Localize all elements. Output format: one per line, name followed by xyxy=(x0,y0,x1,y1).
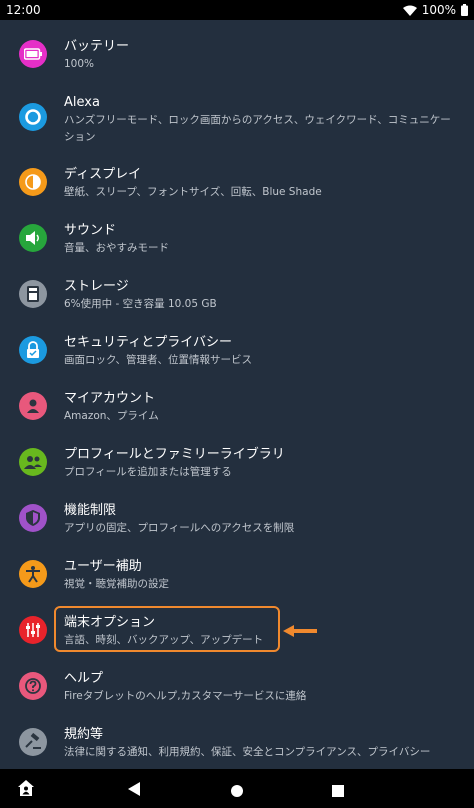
lock-icon xyxy=(19,336,47,364)
nav-bar xyxy=(0,769,474,808)
home-icon[interactable] xyxy=(231,782,243,801)
gavel-icon xyxy=(19,728,47,756)
wifi-icon xyxy=(402,5,417,16)
item-title: プロフィールとファミリーライブラリ xyxy=(64,447,285,462)
item-title: セキュリティとプライバシー xyxy=(64,335,232,350)
home-profile-icon[interactable] xyxy=(17,779,35,801)
item-subtitle: 壁紙、スリープ、フォントサイズ、回転、Blue Shade xyxy=(64,186,322,198)
shield-icon xyxy=(19,504,47,532)
item-subtitle: 6%使用中 - 空き容量 10.05 GB xyxy=(64,298,217,310)
item-title: ディスプレイ xyxy=(64,167,142,182)
item-title: ユーザー補助 xyxy=(64,559,142,574)
settings-item-help[interactable]: ヘルプ Fireタブレットのヘルプ,カスタマーサービスに連絡 xyxy=(0,670,474,726)
item-subtitle: アプリの固定、プロフィールへのアクセスを制限 xyxy=(64,522,295,534)
arrow-left-icon xyxy=(283,622,317,641)
item-subtitle: プロフィールを追加または管理する xyxy=(64,466,232,478)
settings-item-storage[interactable]: ストレージ 6%使用中 - 空き容量 10.05 GB xyxy=(0,278,474,334)
settings-item-battery[interactable]: バッテリー 100% xyxy=(0,34,474,90)
alexa-icon xyxy=(19,103,47,131)
settings-list[interactable]: バッテリー 100% Alexa ハンズフリーモード、ロック画面からのアクセス、… xyxy=(0,20,474,769)
battery-icon xyxy=(19,40,47,68)
item-title: Alexa xyxy=(64,95,100,110)
item-title: バッテリー xyxy=(64,39,130,54)
item-title: マイアカウント xyxy=(64,391,156,406)
item-title: ヘルプ xyxy=(64,671,104,686)
status-time: 12:00 xyxy=(6,3,41,17)
people-icon xyxy=(19,448,47,476)
settings-item-security[interactable]: セキュリティとプライバシー 画面ロック、管理者、位置情報サービス xyxy=(0,334,474,390)
help-icon xyxy=(19,672,47,700)
settings-item-alexa[interactable]: Alexa ハンズフリーモード、ロック画面からのアクセス、ウェイクワード、コミュ… xyxy=(0,94,474,168)
display-icon xyxy=(19,168,47,196)
status-bar: 12:00 100% xyxy=(0,0,474,20)
item-subtitle: 画面ロック、管理者、位置情報サービス xyxy=(64,354,253,366)
settings-item-display[interactable]: ディスプレイ 壁紙、スリープ、フォントサイズ、回転、Blue Shade xyxy=(0,166,474,222)
item-subtitle: 法律に関する通知、利用規約、保証、安全とコンプライアンス、プライバシー xyxy=(64,746,431,758)
settings-item-sound[interactable]: サウンド 音量、おやすみモード xyxy=(0,222,474,278)
accessibility-icon xyxy=(19,560,47,588)
item-title: ストレージ xyxy=(64,279,129,294)
battery-level: 100% xyxy=(421,3,456,17)
item-subtitle: 視覚・聴覚補助の設定 xyxy=(64,578,169,590)
item-subtitle: Amazon、プライム xyxy=(64,410,159,422)
settings-item-my-account[interactable]: マイアカウント Amazon、プライム xyxy=(0,390,474,446)
recents-icon[interactable] xyxy=(332,782,344,801)
settings-item-legal[interactable]: 規約等 法律に関する通知、利用規約、保証、安全とコンプライアンス、プライバシー xyxy=(0,726,474,769)
account-icon xyxy=(19,392,47,420)
item-title: サウンド xyxy=(64,223,117,238)
battery-icon xyxy=(461,4,468,16)
item-subtitle: 音量、おやすみモード xyxy=(64,242,169,254)
storage-icon xyxy=(19,280,47,308)
back-icon[interactable] xyxy=(128,781,140,800)
item-title: 規約等 xyxy=(64,727,104,742)
item-title: 機能制限 xyxy=(64,503,117,518)
item-subtitle: 100% xyxy=(64,58,95,70)
settings-item-profiles[interactable]: プロフィールとファミリーライブラリ プロフィールを追加または管理する xyxy=(0,446,474,502)
highlight-box xyxy=(54,606,280,652)
item-subtitle: ハンズフリーモード、ロック画面からのアクセス、ウェイクワード、コミュニケーション xyxy=(64,114,451,143)
sliders-icon xyxy=(19,616,47,644)
settings-item-parental-controls[interactable]: 機能制限 アプリの固定、プロフィールへのアクセスを制限 xyxy=(0,502,474,558)
speaker-icon xyxy=(19,224,47,252)
item-subtitle: Fireタブレットのヘルプ,カスタマーサービスに連絡 xyxy=(64,690,307,702)
